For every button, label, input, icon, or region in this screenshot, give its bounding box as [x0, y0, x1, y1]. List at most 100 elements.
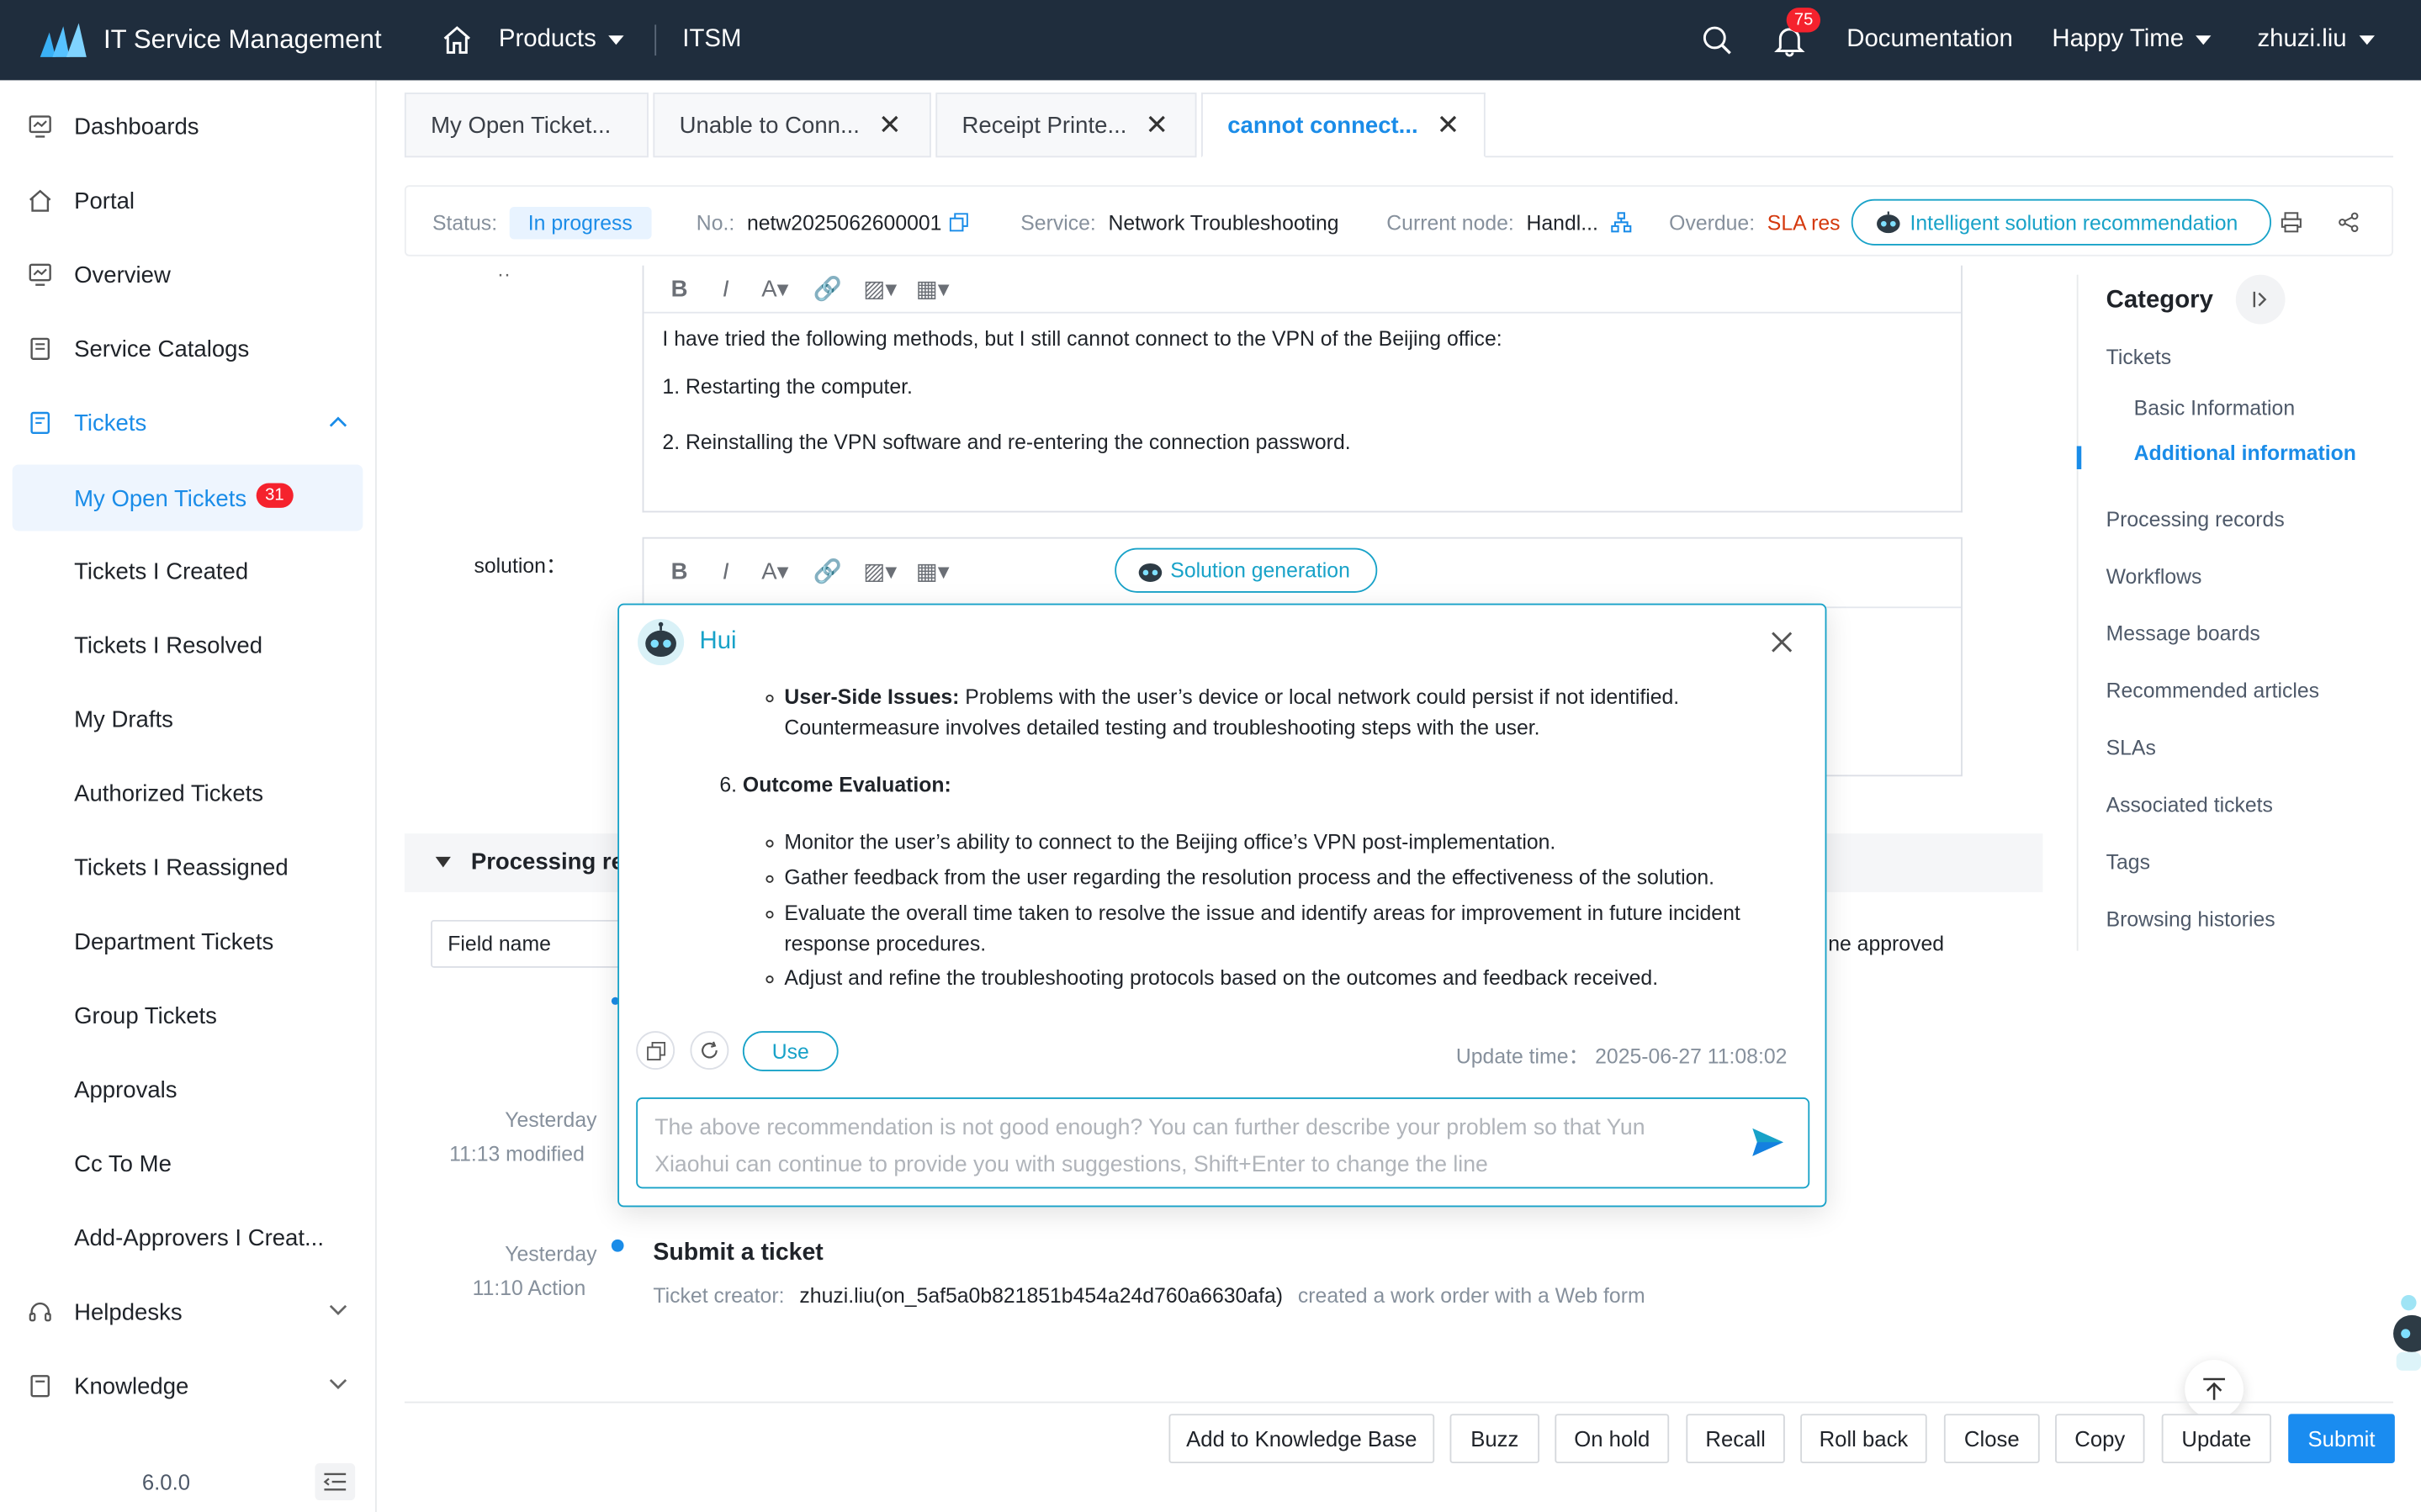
sidebar-item-add-approvers[interactable]: Add-Approvers I Creat...: [0, 1207, 377, 1268]
bold-icon[interactable]: B: [656, 548, 702, 595]
app-logo[interactable]: [37, 0, 93, 80]
copy-button[interactable]: Copy: [2055, 1414, 2145, 1464]
home-icon[interactable]: [442, 0, 473, 80]
recommend-label: Intelligent solution recommendation: [1910, 210, 2238, 235]
sidebar-item-helpdesks[interactable]: Helpdesks: [0, 1281, 377, 1342]
bold-icon[interactable]: B: [656, 266, 702, 312]
user-menu[interactable]: zhuzi.liu: [2258, 0, 2375, 80]
link-icon[interactable]: 🔗: [802, 548, 854, 595]
refresh-icon[interactable]: [690, 1031, 729, 1071]
sidebar-item-tickets-i-reassigned[interactable]: Tickets I Reassigned: [0, 837, 377, 898]
sidebar-item-label: Portal: [74, 188, 135, 214]
sidebar-item-my-open-tickets[interactable]: My Open Tickets 31: [0, 466, 377, 527]
italic-icon[interactable]: I: [702, 266, 749, 312]
sidebar-item-service-catalogs[interactable]: Service Catalogs: [0, 318, 377, 379]
products-menu[interactable]: Products: [499, 0, 624, 80]
print-icon[interactable]: [2281, 211, 2302, 233]
add-to-knowledge-base-button[interactable]: Add to Knowledge Base: [1168, 1414, 1435, 1464]
italic-icon[interactable]: I: [702, 548, 749, 595]
ticket-status-bar: Status: In progress No.: netw20250626000…: [404, 185, 2394, 256]
sidebar-item-label: Tickets: [74, 410, 147, 436]
sidebar-item-my-drafts[interactable]: My Drafts: [0, 689, 377, 750]
list-bullet: [766, 975, 774, 984]
close-icon[interactable]: ✕: [878, 108, 902, 141]
category-item-tags[interactable]: Tags: [2106, 850, 2150, 874]
sidebar-item-knowledge[interactable]: Knowledge: [0, 1356, 377, 1417]
sidebar-item-portal[interactable]: Portal: [0, 170, 377, 231]
close-icon[interactable]: ✕: [1145, 108, 1168, 141]
sidebar-item-group-tickets[interactable]: Group Tickets: [0, 985, 377, 1046]
search-icon[interactable]: [1702, 0, 1733, 80]
use-button[interactable]: Use: [742, 1031, 839, 1071]
tab-my-open-tickets[interactable]: My Open Ticket...: [404, 93, 649, 158]
sidebar-item-tickets[interactable]: Tickets: [0, 392, 377, 453]
image-icon[interactable]: ▨▾: [854, 548, 906, 595]
category-item-recommended-articles[interactable]: Recommended articles: [2106, 679, 2319, 703]
book-icon: [30, 337, 50, 360]
module-label[interactable]: ITSM: [682, 0, 741, 80]
collapse-sidebar-icon[interactable]: [315, 1463, 356, 1501]
table-icon[interactable]: ▦▾: [906, 266, 958, 312]
update-button[interactable]: Update: [2161, 1414, 2272, 1464]
sidebar-item-tickets-i-created[interactable]: Tickets I Created: [0, 540, 377, 601]
intelligent-recommendation-button[interactable]: Intelligent solution recommendation: [1851, 198, 2272, 246]
send-icon[interactable]: [1751, 1127, 1784, 1158]
submit-button[interactable]: Submit: [2288, 1414, 2395, 1464]
buzz-button[interactable]: Buzz: [1449, 1414, 1539, 1464]
copy-icon[interactable]: [636, 1031, 675, 1071]
record-action: created a work order with a Web form: [1297, 1284, 1645, 1308]
sidebar-item-approvals[interactable]: Approvals: [0, 1059, 377, 1120]
link-icon[interactable]: 🔗: [802, 266, 854, 312]
category-item-message-boards[interactable]: Message boards: [2106, 622, 2260, 646]
field-name-select[interactable]: Field name: [431, 919, 632, 968]
description-editor[interactable]: B I A▾ 🔗 ▨▾ ▦▾ I have tried the followin…: [642, 265, 1963, 513]
sidebar-item-dashboards[interactable]: Dashboards: [0, 96, 377, 157]
tab-receipt-printer[interactable]: Receipt Printe... ✕: [935, 93, 1197, 158]
category-item-additional-information[interactable]: Additional information: [2134, 441, 2356, 465]
sidebar: Dashboards Portal Overview Service Catal…: [0, 80, 377, 1512]
user-side-issues-title: User-Side Issues:: [784, 685, 960, 709]
sidebar-item-tickets-i-resolved[interactable]: Tickets I Resolved: [0, 615, 377, 676]
on-hold-button[interactable]: On hold: [1555, 1414, 1670, 1464]
sidebar-item-cc-to-me[interactable]: Cc To Me: [0, 1133, 377, 1194]
font-color-icon[interactable]: A▾: [749, 548, 801, 595]
ticket-number: netw2025062600001: [746, 210, 942, 235]
close-icon[interactable]: ✕: [1437, 108, 1460, 141]
documentation-link[interactable]: Documentation: [1846, 0, 2013, 80]
collapse-category-icon[interactable]: [2235, 274, 2286, 325]
back-to-top-icon[interactable]: [2185, 1360, 2244, 1419]
category-item-browsing-histories[interactable]: Browsing histories: [2106, 907, 2275, 931]
follow-up-input[interactable]: The above recommendation is not good eno…: [636, 1097, 1810, 1189]
category-item-workflows[interactable]: Workflows: [2106, 565, 2202, 589]
close-icon[interactable]: [1771, 632, 1793, 653]
sidebar-item-authorized-tickets[interactable]: Authorized Tickets: [0, 763, 377, 824]
sidebar-item-overview[interactable]: Overview: [0, 244, 377, 305]
category-item-associated-tickets[interactable]: Associated tickets: [2106, 793, 2273, 817]
category-item-tickets[interactable]: Tickets: [2106, 346, 2172, 369]
font-color-icon[interactable]: A▾: [749, 266, 801, 312]
workspace-label: Happy Time: [2052, 26, 2185, 53]
version-label: 6.0.0: [141, 1469, 191, 1494]
category-item-basic-information[interactable]: Basic Information: [2134, 397, 2295, 420]
sidebar-item-label: Cc To Me: [74, 1150, 172, 1177]
flow-icon[interactable]: [1611, 211, 1633, 233]
table-icon[interactable]: ▦▾: [906, 548, 958, 595]
category-item-processing-records[interactable]: Processing records: [2106, 508, 2285, 531]
tab-unable-to-connect[interactable]: Unable to Conn... ✕: [653, 93, 931, 158]
category-divider: [2076, 274, 2079, 951]
caret-down-icon: [435, 856, 451, 868]
tab-label: Receipt Printe...: [962, 112, 1127, 139]
category-item-slas[interactable]: SLAs: [2106, 737, 2156, 760]
copy-icon[interactable]: [949, 213, 968, 232]
close-button[interactable]: Close: [1943, 1414, 2040, 1464]
workspace-menu[interactable]: Happy Time: [2052, 0, 2212, 80]
tab-cannot-connect[interactable]: cannot connect... ✕: [1201, 93, 1486, 158]
share-icon[interactable]: [2338, 211, 2360, 233]
image-icon[interactable]: ▨▾: [854, 266, 906, 312]
floating-assistant-icon[interactable]: [2384, 1290, 2421, 1377]
recall-button[interactable]: Recall: [1686, 1414, 1785, 1464]
solution-generation-button[interactable]: Solution generation: [1115, 547, 1378, 593]
toolbar-divider: [644, 311, 1962, 314]
sidebar-item-department-tickets[interactable]: Department Tickets: [0, 911, 377, 972]
roll-back-button[interactable]: Roll back: [1800, 1414, 1927, 1464]
